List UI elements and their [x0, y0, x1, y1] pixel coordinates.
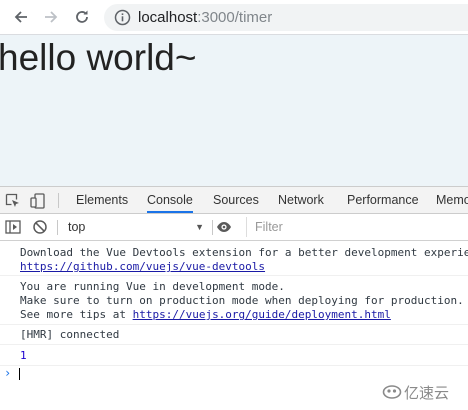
url-text[interactable]: localhost:3000/timer	[138, 9, 272, 26]
toolbar-divider	[58, 193, 59, 208]
reload-icon	[76, 10, 88, 23]
show-sidebar-icon[interactable]	[5, 219, 21, 235]
forward-button[interactable]	[40, 6, 62, 28]
inspect-element-icon[interactable]	[5, 193, 21, 209]
console-message: You are running Vue in development mode.…	[0, 276, 468, 325]
logged-value: 1	[20, 349, 27, 362]
toolbar-divider	[57, 220, 58, 235]
tab-sources[interactable]: Sources	[213, 187, 259, 213]
text-caret	[19, 368, 20, 380]
info-icon[interactable]	[114, 9, 131, 26]
tab-memory[interactable]: Memo	[436, 187, 468, 213]
arrow-left-icon	[14, 11, 27, 23]
filter-input[interactable]: Filter	[246, 217, 468, 237]
watermark: 亿速云	[382, 380, 468, 404]
tab-performance[interactable]: Performance	[347, 187, 419, 213]
context-select[interactable]: top ▼	[62, 214, 212, 240]
eye-icon[interactable]	[216, 219, 232, 235]
page-heading: hello world~	[0, 37, 197, 78]
tab-elements[interactable]: Elements	[76, 187, 128, 213]
console-message: [HMR] connected	[0, 325, 468, 345]
prompt-chevron-icon: ›	[4, 366, 12, 380]
clear-console-icon[interactable]	[32, 219, 48, 235]
url-host: localhost	[138, 9, 198, 26]
message-text: [HMR] connected	[20, 328, 120, 341]
message-text: Download the Vue Devtools extension for …	[20, 246, 468, 259]
address-bar[interactable]: localhost:3000/timer	[104, 4, 468, 31]
context-value: top	[68, 220, 86, 234]
message-link[interactable]: https://github.com/vuejs/vue-devtools	[20, 260, 265, 273]
message-text: Make sure to turn on production mode whe…	[20, 294, 464, 307]
url-path: :3000/timer	[197, 9, 273, 26]
watermark-text: 亿速云	[404, 385, 450, 402]
console-toolbar: top ▼ Filter	[0, 214, 468, 241]
dropdown-arrow-icon: ▼	[195, 222, 204, 232]
console-message: 1	[0, 345, 468, 366]
browser-toolbar: localhost:3000/timer	[0, 0, 468, 35]
watermark-logo-icon	[382, 385, 402, 399]
message-text: See more tips at https://vuejs.org/guide…	[20, 308, 391, 321]
message-link[interactable]: https://vuejs.org/guide/deployment.html	[133, 308, 391, 321]
page-viewport: hello world~	[0, 35, 468, 186]
reload-button[interactable]	[71, 6, 93, 28]
tab-network[interactable]: Network	[278, 187, 324, 213]
devtools-tab-bar: Elements Console Sources Network Perform…	[0, 186, 468, 214]
device-toolbar-icon[interactable]	[30, 193, 46, 209]
message-text: You are running Vue in development mode.	[20, 280, 285, 293]
console-message: Download the Vue Devtools extension for …	[0, 241, 468, 276]
arrow-right-icon	[45, 11, 58, 23]
tab-console[interactable]: Console	[147, 187, 193, 213]
toolbar-divider	[212, 220, 213, 235]
message-text-prefix: See more tips at	[20, 308, 133, 321]
back-button[interactable]	[10, 6, 32, 28]
